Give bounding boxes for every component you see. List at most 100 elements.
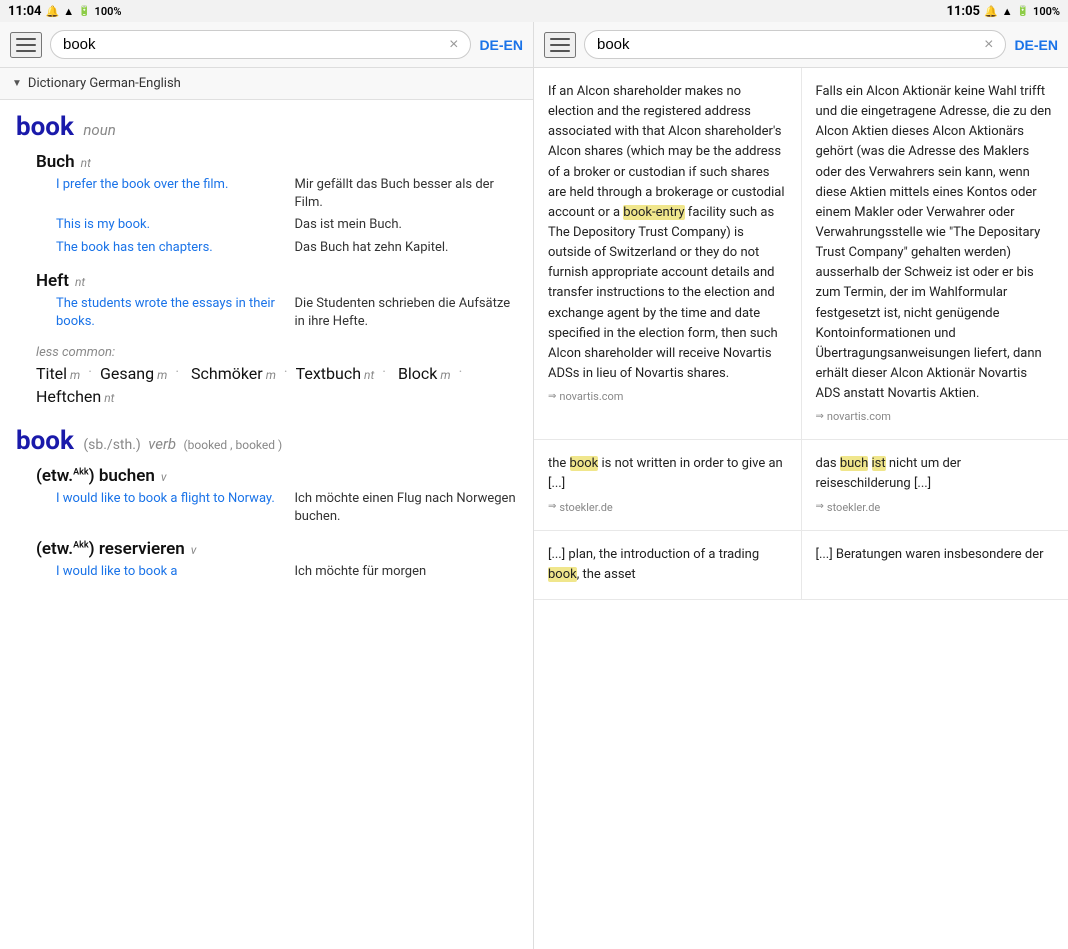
buch-ex2-de: Das ist mein Buch.: [295, 216, 518, 234]
translation-buch: Buch nt I prefer the book over the film.…: [36, 152, 517, 257]
buch-example-2: This is my book. Das ist mein Buch.: [56, 216, 517, 234]
right-search-input[interactable]: [597, 36, 978, 53]
source-domain-2: stoekler.de: [559, 499, 612, 516]
buchen-v: v: [161, 470, 167, 484]
source-link-1: ⇒ novartis.com: [548, 388, 787, 405]
left-lang-button[interactable]: DE-EN: [479, 37, 523, 53]
corpus-entry-1-de: Falls ein Alcon Aktionär keine Wahl trif…: [802, 68, 1068, 439]
wifi-icon-right: ▲: [1002, 5, 1013, 18]
less-titel: Titel m: [36, 364, 80, 383]
less-gesang: Gesang m: [100, 364, 167, 383]
reservieren-ex1-de: Ich möchte für morgen: [295, 563, 518, 581]
battery-icon-right: 🔋: [1017, 6, 1029, 17]
source-link-2-de: ⇒ stoekler.de: [816, 499, 1055, 516]
less-textbuch: Textbuch nt: [296, 364, 375, 383]
highlight-buch-2: buch: [840, 456, 868, 471]
dict-header-title: Dictionary German-English: [28, 76, 181, 91]
buch-example-3: The book has ten chapters. Das Buch hat …: [56, 239, 517, 257]
dict-header: ▼ Dictionary German-English: [0, 68, 533, 100]
source-domain-2-de: stoekler.de: [827, 499, 880, 516]
buchen-example-1: I would like to book a flight to Norway.…: [56, 490, 517, 526]
hamburger-line-3: [16, 50, 36, 52]
heft-gender: nt: [75, 275, 85, 289]
right-lang-button[interactable]: DE-EN: [1014, 37, 1058, 53]
source-link-2: ⇒ stoekler.de: [548, 499, 787, 516]
heft-example-1: The students wrote the essays in their b…: [56, 295, 517, 331]
reservieren-ex1-en: I would like to book a: [56, 563, 279, 581]
left-clear-button[interactable]: ×: [449, 37, 458, 53]
hamburger-line-2: [16, 44, 36, 46]
less-common-label: less common:: [36, 345, 517, 360]
word-noun-pos: noun: [83, 121, 115, 139]
corpus-entry-2-en: the book is not written in order to give…: [534, 440, 802, 529]
reservieren-v: v: [191, 543, 197, 557]
left-panel: × DE-EN ▼ Dictionary German-English book…: [0, 22, 534, 949]
word-verb-pos: verb: [148, 435, 176, 453]
translation-heft: Heft nt The students wrote the essays in…: [36, 271, 517, 331]
buch-ex3-en: The book has ten chapters.: [56, 239, 279, 257]
source-arrow-icon: ⇒: [548, 389, 556, 405]
less-common-items: Titel m · Gesang m · Schmöker m · Textbu…: [36, 364, 517, 406]
buch-word: Buch: [36, 152, 75, 172]
reservieren-example-1: I would like to book a Ich möchte für mo…: [56, 563, 517, 581]
hamburger-line-1: [16, 38, 36, 40]
time-left: 11:04: [8, 4, 42, 19]
corpus-entry-1-en: If an Alcon shareholder makes no electio…: [534, 68, 802, 439]
buch-ex1-en: I prefer the book over the film.: [56, 176, 279, 212]
reservieren-word: (etw.Akk) reservieren: [36, 539, 185, 559]
notification-icon-left: 🔔: [46, 5, 60, 18]
highlight-ist-2: ist: [872, 456, 886, 471]
battery-pct-right: 100%: [1033, 5, 1060, 18]
heft-word: Heft: [36, 271, 69, 291]
source-link-1-de: ⇒ novartis.com: [816, 408, 1055, 425]
corpus-entry-3-en: [...] plan, the introduction of a tradin…: [534, 531, 802, 599]
right-menu-button[interactable]: [544, 32, 576, 58]
buch-ex1-de: Mir gefällt das Buch besser als der Film…: [295, 176, 518, 212]
corpus-entry-3: [...] plan, the introduction of a tradin…: [534, 531, 1068, 600]
right-hamburger-line-1: [550, 38, 570, 40]
source-arrow-icon-de: ⇒: [816, 409, 824, 425]
heft-main: Heft nt: [36, 271, 517, 291]
highlight-book-entry: book-entry: [623, 205, 684, 220]
right-panel: × DE-EN If an Alcon shareholder makes no…: [534, 22, 1068, 949]
corpus-entry-2: the book is not written in order to give…: [534, 440, 1068, 530]
left-search-input[interactable]: [63, 36, 443, 53]
left-search-bar: × DE-EN: [0, 22, 533, 68]
source-domain-1: novartis.com: [559, 388, 623, 405]
status-bar: 11:04 🔔 ▲ 🔋 100% 11:05 🔔 ▲ 🔋 100%: [0, 0, 1068, 22]
translation-reservieren: (etw.Akk) reservieren v I would like to …: [36, 539, 517, 581]
buchen-main: (etw.Akk) buchen v: [36, 466, 517, 486]
wifi-icon-left: ▲: [63, 5, 74, 18]
corpus-entry-1: If an Alcon shareholder makes no electio…: [534, 68, 1068, 440]
word-noun-title: book: [16, 112, 74, 142]
collapse-icon[interactable]: ▼: [12, 78, 22, 89]
buchen-ex1-de: Ich möchte einen Flug nach Norwegen buch…: [295, 490, 518, 526]
heft-ex1-en: The students wrote the essays in their b…: [56, 295, 279, 331]
buchen-ex1-en: I would like to book a flight to Norway.: [56, 490, 279, 526]
buchen-word: (etw.Akk) buchen: [36, 466, 155, 486]
highlight-book-3: book: [548, 567, 577, 582]
word-entry-verb: book (sb./sth.) verb (booked , booked ) …: [16, 426, 517, 581]
right-clear-button[interactable]: ×: [984, 37, 993, 53]
buch-main: Buch nt: [36, 152, 517, 172]
heft-ex1-de: Die Studenten schrieben die Aufsätze in …: [295, 295, 518, 331]
reservieren-main: (etw.Akk) reservieren v: [36, 539, 517, 559]
right-hamburger-line-2: [550, 44, 570, 46]
corpus-content: If an Alcon shareholder makes no electio…: [534, 68, 1068, 949]
buch-gender: nt: [81, 156, 91, 170]
app-container: × DE-EN ▼ Dictionary German-English book…: [0, 22, 1068, 949]
word-verb-sbsth: (sb./sth.): [83, 437, 140, 453]
notification-icon-right: 🔔: [984, 5, 998, 18]
left-menu-button[interactable]: [10, 32, 42, 58]
status-bar-left: 11:04 🔔 ▲ 🔋 100%: [0, 4, 534, 19]
battery-pct-left: 100%: [95, 5, 122, 18]
corpus-entry-2-de: das buch ist nicht um der reiseschilderu…: [802, 440, 1068, 529]
word-title-line: book noun: [16, 112, 517, 142]
time-right: 11:05: [946, 4, 980, 19]
less-heftchen: Heftchen nt: [36, 387, 114, 406]
less-schmoker: Schmöker m: [191, 364, 276, 383]
status-bar-right: 11:05 🔔 ▲ 🔋 100%: [534, 4, 1068, 19]
word-entry-noun: book noun Buch nt I prefer the book over…: [16, 112, 517, 406]
translation-buchen: (etw.Akk) buchen v I would like to book …: [36, 466, 517, 526]
buch-ex3-de: Das Buch hat zehn Kapitel.: [295, 239, 518, 257]
